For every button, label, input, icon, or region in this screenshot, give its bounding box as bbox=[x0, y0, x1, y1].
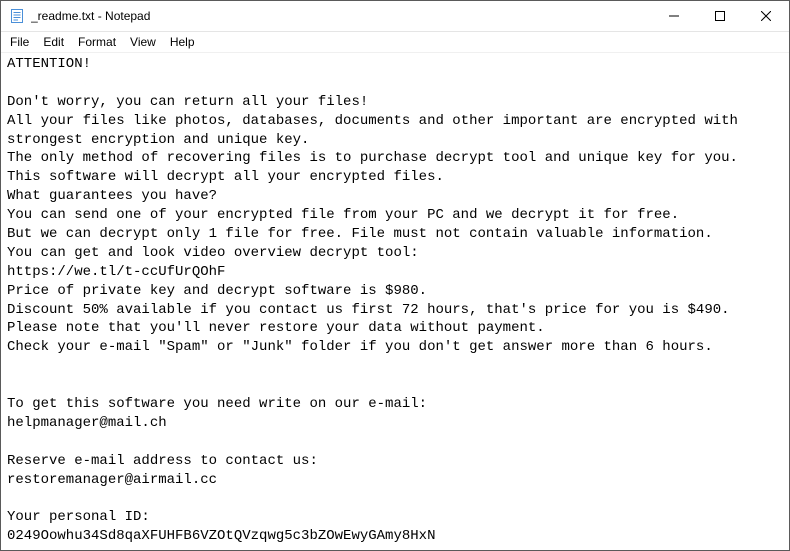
maximize-button[interactable] bbox=[697, 1, 743, 31]
menu-view[interactable]: View bbox=[123, 33, 163, 51]
menu-help[interactable]: Help bbox=[163, 33, 202, 51]
notepad-window: _readme.txt - Notepad File Edit Format V… bbox=[0, 0, 790, 551]
menu-file[interactable]: File bbox=[3, 33, 36, 51]
minimize-button[interactable] bbox=[651, 1, 697, 31]
notepad-icon bbox=[9, 8, 25, 24]
text-area[interactable]: ATTENTION! Don't worry, you can return a… bbox=[1, 53, 789, 550]
close-button[interactable] bbox=[743, 1, 789, 31]
menu-format[interactable]: Format bbox=[71, 33, 123, 51]
menubar: File Edit Format View Help bbox=[1, 32, 789, 53]
titlebar[interactable]: _readme.txt - Notepad bbox=[1, 1, 789, 32]
window-title: _readme.txt - Notepad bbox=[31, 9, 651, 23]
menu-edit[interactable]: Edit bbox=[36, 33, 71, 51]
window-controls bbox=[651, 1, 789, 31]
